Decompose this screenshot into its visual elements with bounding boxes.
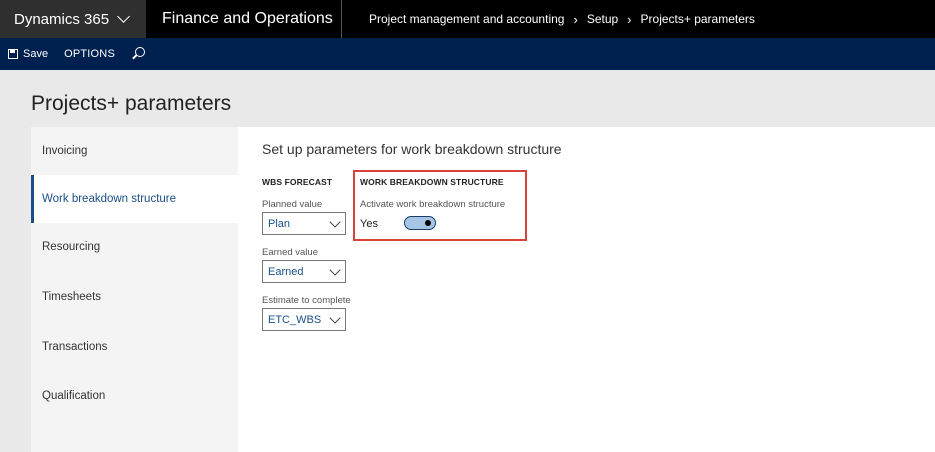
save-label: Save	[23, 48, 49, 60]
estimate-to-complete-label: Estimate to complete	[262, 295, 351, 306]
chevron-down-icon	[117, 10, 130, 23]
save-button[interactable]: Save	[8, 48, 48, 60]
chevron-down-icon	[329, 264, 341, 276]
sidebar-item-resourcing[interactable]: Resourcing	[31, 223, 238, 271]
wbs-heading: WORK BREAKDOWN STRUCTURE	[360, 177, 504, 187]
planned-value-selected: Plan	[268, 217, 291, 230]
top-nav-bar: Dynamics 365 Finance and Operations Proj…	[0, 0, 935, 38]
sidebar-item-transactions[interactable]: Transactions	[31, 323, 238, 371]
search-icon[interactable]	[134, 47, 145, 57]
save-icon	[8, 49, 18, 59]
chevron-down-icon	[329, 216, 341, 228]
sidebar: Invoicing Work breakdown structure Resou…	[31, 127, 238, 452]
section-title: Set up parameters for work breakdown str…	[262, 141, 562, 157]
sidebar-item-qualification[interactable]: Qualification	[31, 372, 238, 420]
sidebar-item-invoicing[interactable]: Invoicing	[31, 127, 238, 175]
chevron-down-icon	[329, 312, 341, 324]
page-title: Projects+ parameters	[31, 92, 232, 115]
toggle-state-text: Yes	[360, 218, 378, 230]
sidebar-item-timesheets[interactable]: Timesheets	[31, 273, 238, 321]
chevron-right-icon: ›	[573, 11, 578, 27]
wbs-forecast-heading: WBS FORECAST	[262, 177, 333, 187]
planned-value-dropdown[interactable]: Plan	[262, 212, 346, 235]
dynamics-365-menu[interactable]: Dynamics 365	[0, 0, 146, 38]
breadcrumb-item-setup[interactable]: Setup	[587, 12, 618, 26]
sidebar-item-work-breakdown-structure[interactable]: Work breakdown structure	[31, 175, 238, 223]
breadcrumb-item-project-management[interactable]: Project management and accounting	[369, 12, 564, 26]
options-button[interactable]: OPTIONS	[64, 48, 115, 60]
earned-value-selected: Earned	[268, 265, 304, 278]
content-panel: Set up parameters for work breakdown str…	[238, 127, 935, 452]
brand-label: Dynamics 365	[14, 10, 110, 28]
chevron-right-icon: ›	[627, 11, 632, 27]
activate-wbs-toggle[interactable]	[404, 216, 436, 230]
earned-value-dropdown[interactable]: Earned	[262, 260, 346, 283]
planned-value-label: Planned value	[262, 199, 323, 210]
activate-wbs-label: Activate work breakdown structure	[360, 199, 506, 210]
earned-value-label: Earned value	[262, 247, 318, 258]
estimate-to-complete-selected: ETC_WBS	[268, 313, 322, 326]
toggle-knob	[425, 219, 431, 226]
app-name: Finance and Operations	[146, 0, 342, 38]
breadcrumb-item-projects-parameters[interactable]: Projects+ parameters	[641, 12, 755, 26]
estimate-to-complete-dropdown[interactable]: ETC_WBS	[262, 308, 346, 331]
action-bar: Save OPTIONS	[0, 38, 935, 70]
breadcrumb: Project management and accounting › Setu…	[369, 0, 755, 38]
